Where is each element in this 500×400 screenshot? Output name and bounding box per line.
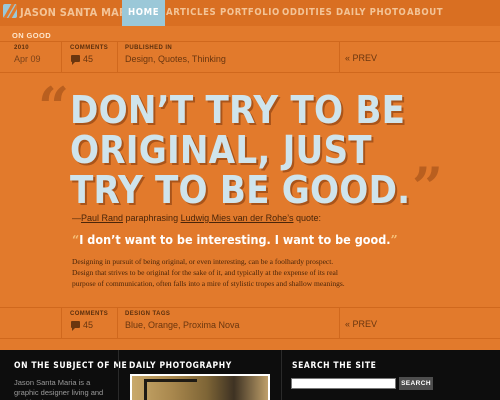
post-year: 2010 [14, 45, 29, 51]
attribution-middle: paraphrasing [123, 213, 181, 223]
post-date: Apr 09 [14, 54, 41, 64]
comments-count[interactable]: 45 [83, 320, 93, 330]
site-name[interactable]: JASON SANTA MARIA [20, 6, 139, 19]
article-paragraph: Designing in pursuit of being original, … [72, 257, 345, 288]
search-input[interactable] [291, 378, 396, 389]
comments-cell: COMMENTS 45 [62, 308, 118, 338]
meta-row-bottom: COMMENTS 45 DESIGN TAGS Blue, Orange, Pr… [0, 307, 500, 339]
search-button[interactable]: SEARCH [399, 377, 433, 390]
date-cell: 2010 Apr 09 [0, 42, 62, 72]
prev-link[interactable]: « PREV [345, 53, 377, 63]
attribution-suffix: quote: [293, 213, 322, 223]
attribution: —Paul Rand paraphrasing Ludwig Mies van … [72, 213, 321, 223]
pull-quote-close: ” [390, 232, 398, 247]
author-link[interactable]: Paul Rand [81, 213, 123, 223]
headline-line: TRY TO BE GOOD. [70, 168, 411, 212]
comment-icon [71, 55, 80, 65]
empty-cell [0, 308, 62, 338]
headline-line: ORIGINAL, JUST [70, 128, 372, 172]
section-label: ON GOOD [12, 31, 52, 40]
categories-cell: PUBLISHED IN Design, Quotes, Thinking [118, 42, 340, 72]
comments-cell: COMMENTS 45 [62, 42, 118, 72]
meta-row-top: 2010 Apr 09 COMMENTS 45 PUBLISHED IN Des… [0, 41, 500, 73]
close-quote-mark: ” [412, 155, 444, 219]
pull-quote-text: I don’t want to be interesting. I want t… [79, 232, 391, 247]
pull-quote: “I don’t want to be interesting. I want … [72, 232, 398, 247]
nav-about[interactable]: ABOUT [401, 0, 449, 26]
nav-articles[interactable]: ARTICLES [160, 0, 222, 26]
photo-heading: DAILY PHOTOGRAPHY [129, 361, 232, 371]
footer-search: SEARCH THE SITE [282, 350, 500, 400]
headline-line: DON’T TRY TO BE [70, 88, 406, 132]
attribution-dash: — [72, 213, 81, 223]
footer-about: ON THE SUBJECT OF ME Jason Santa Maria i… [0, 350, 127, 400]
open-quote-mark: “ [38, 75, 70, 139]
tags-cell: DESIGN TAGS Blue, Orange, Proxima Nova [118, 308, 340, 338]
search-heading: SEARCH THE SITE [292, 361, 377, 371]
headline: DON’T TRY TO BE ORIGINAL, JUST TRY TO BE… [70, 90, 420, 210]
comment-icon [71, 321, 80, 331]
about-text: Jason Santa Maria is a graphic designer … [14, 378, 104, 400]
tags-label: DESIGN TAGS [125, 311, 171, 317]
published-label: PUBLISHED IN [125, 45, 173, 51]
prev-link[interactable]: « PREV [345, 319, 377, 329]
nav-home[interactable]: HOME [122, 0, 166, 26]
category-links[interactable]: Design, Quotes, Thinking [125, 54, 226, 64]
daily-photo-thumbnail[interactable] [130, 374, 270, 400]
about-heading: ON THE SUBJECT OF ME [14, 361, 128, 371]
tag-links[interactable]: Blue, Orange, Proxima Nova [125, 320, 240, 330]
logo-icon[interactable] [3, 4, 17, 18]
comments-label: COMMENTS [70, 311, 109, 317]
comments-label: COMMENTS [70, 45, 109, 51]
top-bar: JASON SANTA MARIA HOME ARTICLES PORTFOLI… [0, 0, 500, 26]
comments-count[interactable]: 45 [83, 54, 93, 64]
source-link[interactable]: Ludwig Mies van der Rohe’s [181, 213, 294, 223]
